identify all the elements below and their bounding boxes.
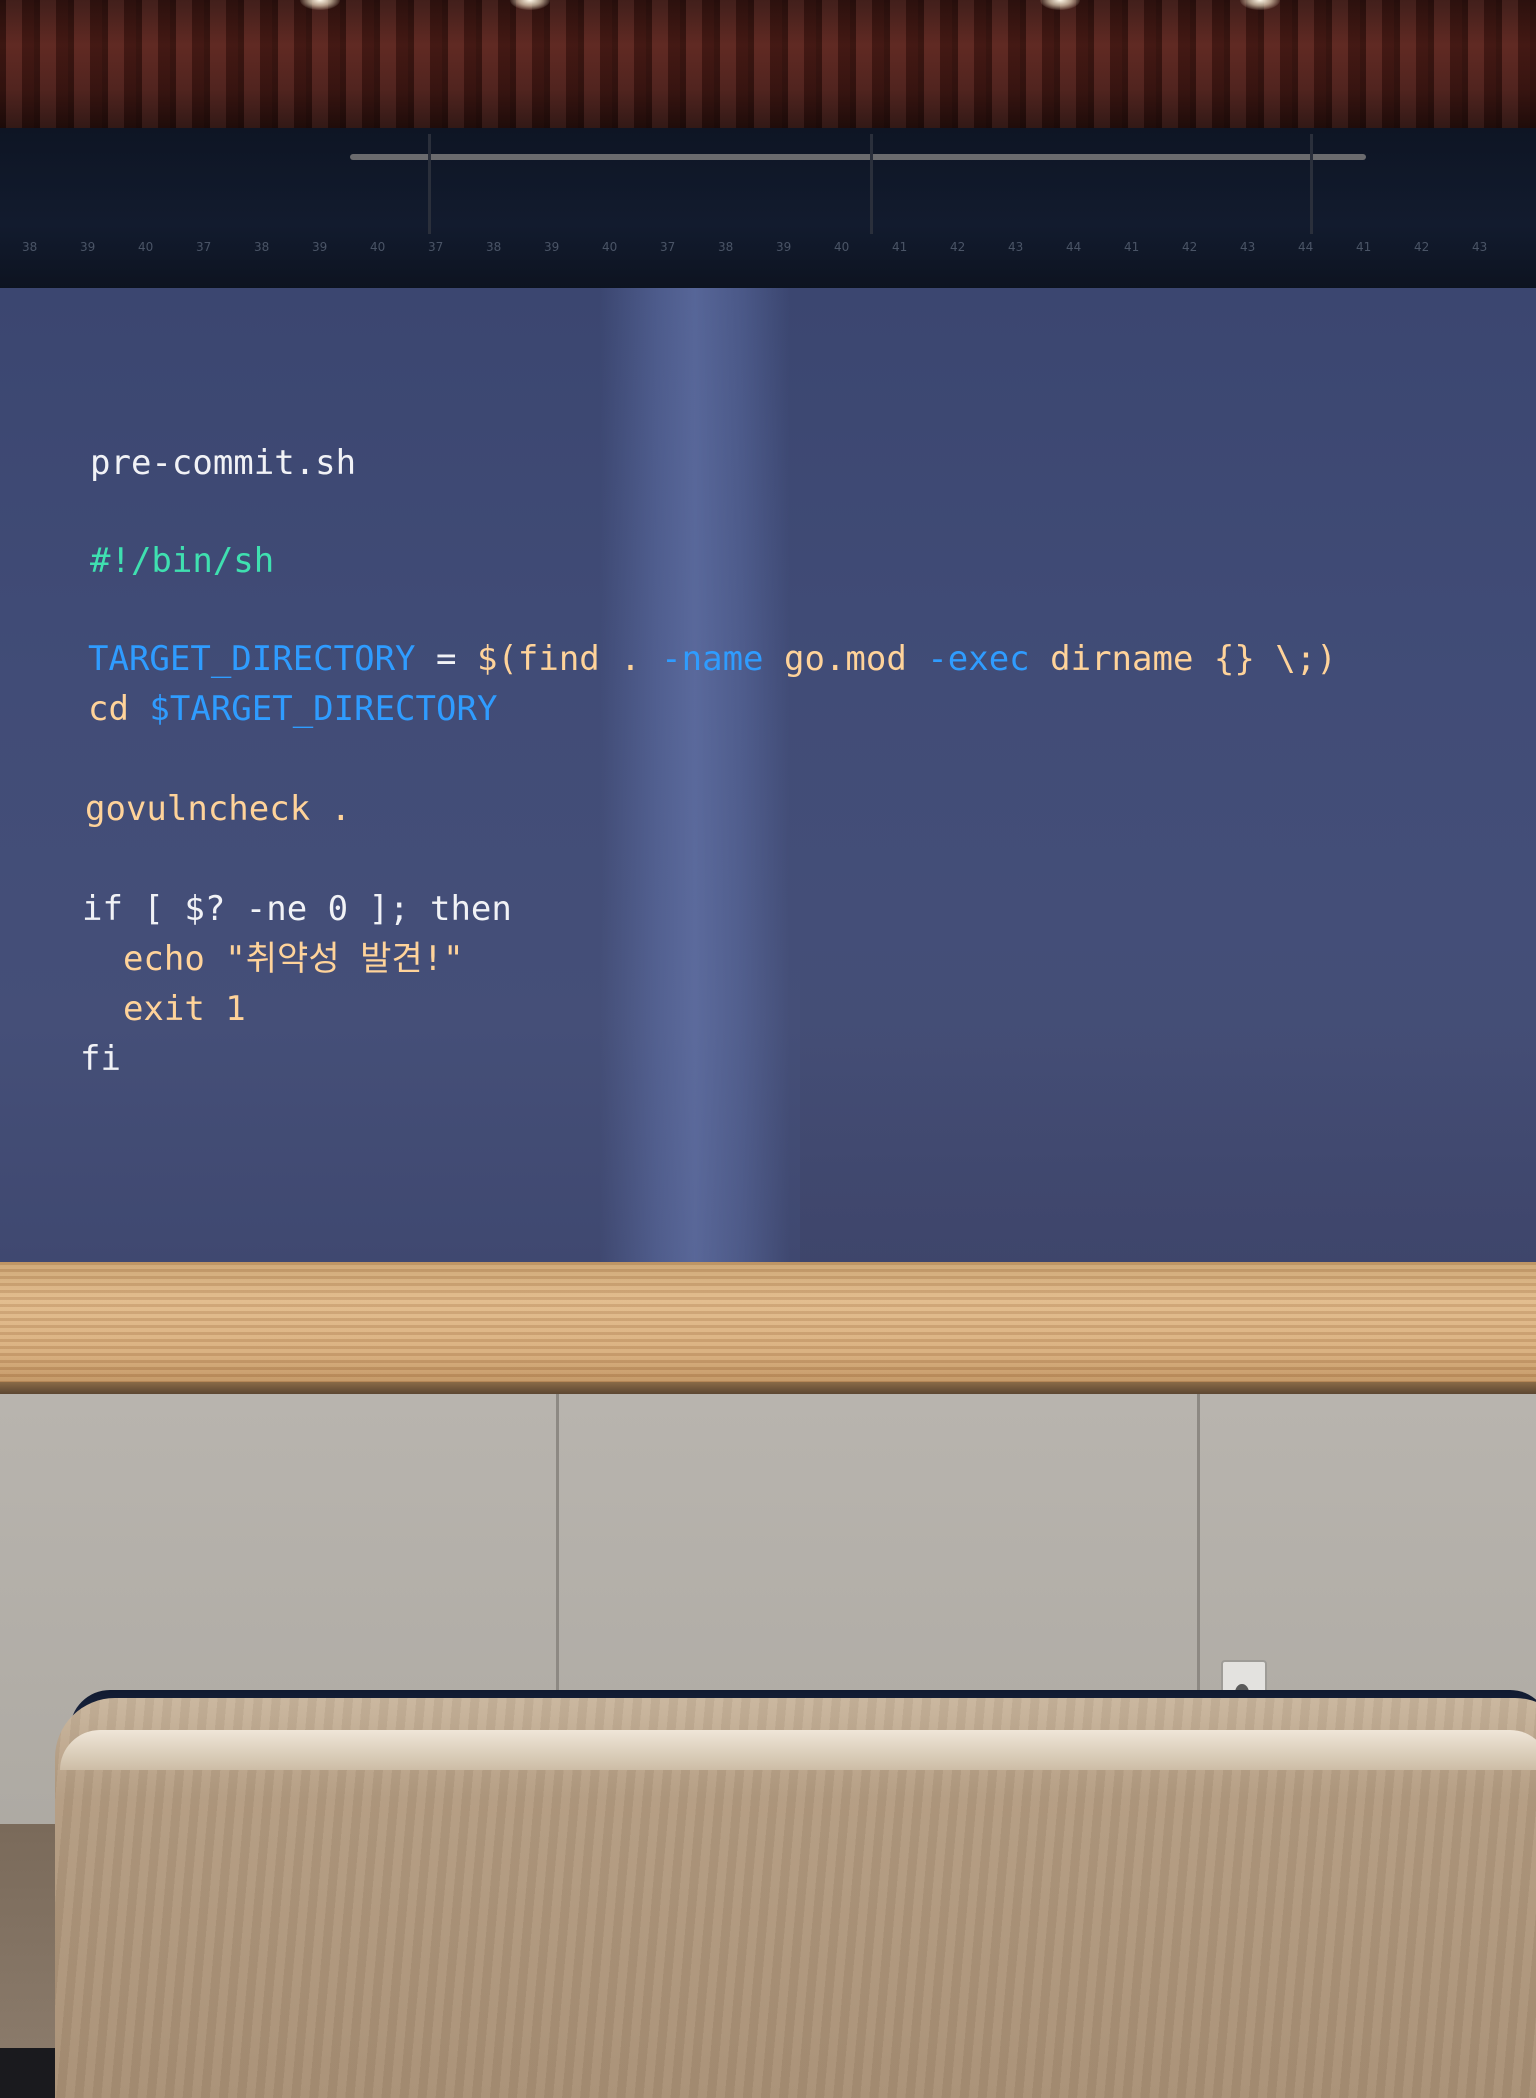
chair-rim: [60, 1730, 1536, 1770]
code-token: exit 1: [82, 989, 246, 1029]
stage-rigging: 38 39 40 37 38 39 40 37 38 39 40 37 38 39 40 41 42 43 44 41…: [0, 128, 1536, 290]
code-line: fi: [80, 1034, 121, 1084]
code-token: $TARGET_DIRECTORY: [149, 689, 498, 729]
seat-number: 40: [602, 240, 618, 254]
seat-number: 39: [312, 240, 328, 254]
code-line: TARGET_DIRECTORY = $(find . -name go.mod…: [88, 634, 1337, 684]
stage-light: [300, 0, 340, 10]
cable: [1310, 134, 1313, 234]
cable: [870, 134, 873, 234]
seat-number: 39: [80, 240, 96, 254]
slide-filename: pre-commit.sh: [90, 443, 357, 483]
seat-number: 38: [718, 240, 734, 254]
code-token: if [ $? -ne 0 ]; then: [82, 889, 512, 929]
batten-bar: [350, 154, 1366, 160]
code-token: dirname {} \;): [1029, 639, 1337, 679]
seat-number: 37: [428, 240, 444, 254]
code-line: exit 1: [82, 984, 246, 1034]
seat-number: 38: [22, 240, 38, 254]
projection-screen: pre-commit.sh #!/bin/sh TARGET_DIRECTORY …: [0, 288, 1536, 1268]
seat-number: 38: [254, 240, 270, 254]
seat-number-row: 38 39 40 37 38 39 40 37 38 39 40 37 38 39 40 41 42 43 44 41…: [0, 240, 1536, 260]
seat-number: 44: [1298, 240, 1314, 254]
code-token: -name: [661, 639, 764, 679]
stage-curtain: [0, 0, 1536, 128]
code-token: =: [415, 639, 477, 679]
code-token: $(find .: [476, 639, 662, 679]
stage-edge: [0, 1382, 1536, 1394]
seat-number: 39: [544, 240, 560, 254]
seat-number: 43: [1008, 240, 1024, 254]
code-line: #!/bin/sh: [90, 536, 274, 586]
code-token: TARGET_DIRECTORY: [88, 639, 416, 679]
seat-number: 41: [1356, 240, 1372, 254]
code-token: fi: [80, 1039, 121, 1079]
seat-number: 43: [1472, 240, 1488, 254]
code-token: cd: [88, 689, 150, 729]
stage-light: [1240, 0, 1280, 10]
code-line: echo "취약성 발견!": [82, 934, 464, 984]
seat-number: 37: [660, 240, 676, 254]
code-token: govulncheck .: [85, 789, 352, 829]
code-line: cd $TARGET_DIRECTORY: [88, 684, 497, 734]
code-line: govulncheck .: [85, 784, 351, 834]
seat-number: 42: [1414, 240, 1430, 254]
seat-number: 42: [950, 240, 966, 254]
seat-number: 40: [370, 240, 386, 254]
code-token: -exec: [927, 639, 1030, 679]
stage-light: [510, 0, 550, 10]
seat-number: 43: [1240, 240, 1256, 254]
seat-number: 37: [196, 240, 212, 254]
seat-number: 41: [892, 240, 908, 254]
seat-number: 41: [1124, 240, 1140, 254]
code-line: if [ $? -ne 0 ]; then: [82, 884, 512, 934]
code-token: echo "취약성 발견!": [82, 939, 464, 979]
seat-number: 38: [486, 240, 502, 254]
seat-number: 40: [138, 240, 154, 254]
seat-number: 44: [1066, 240, 1082, 254]
code-slide: pre-commit.sh #!/bin/sh TARGET_DIRECTORY …: [0, 288, 1536, 1268]
stage-floor: [0, 1262, 1536, 1390]
stage-light: [1040, 0, 1080, 10]
cable: [428, 134, 431, 234]
seat-number: 42: [1182, 240, 1198, 254]
code-token: #!/bin/sh: [90, 541, 275, 581]
code-token: go.mod: [763, 639, 928, 679]
seat-number: 39: [776, 240, 792, 254]
seat-number: 40: [834, 240, 850, 254]
